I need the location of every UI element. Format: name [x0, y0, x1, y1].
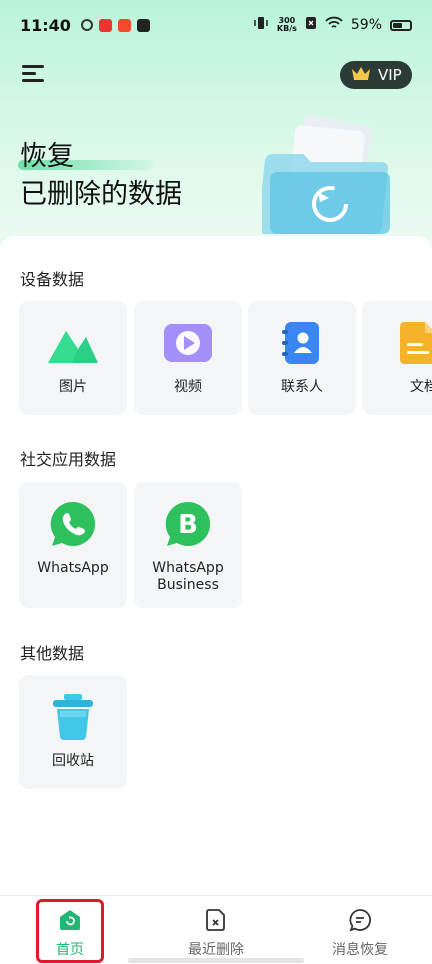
- card-whatsapp-business[interactable]: B WhatsApp Business: [134, 482, 242, 608]
- status-bar: 11:40 300 KB/s 59%: [0, 0, 432, 50]
- card-recycle-bin[interactable]: 回收站: [19, 675, 127, 789]
- chat-bubble-icon: [348, 908, 372, 936]
- section-title-other: 其他数据: [20, 644, 85, 663]
- card-videos[interactable]: 视频: [134, 301, 242, 415]
- document-icon: [398, 321, 432, 369]
- card-photos[interactable]: 图片: [19, 301, 127, 415]
- card-label: 图片: [59, 379, 87, 395]
- menu-icon-line: [22, 79, 44, 82]
- recycle-bin-icon: [52, 693, 94, 745]
- sim-icon: [305, 16, 317, 34]
- menu-button[interactable]: [22, 63, 48, 85]
- card-label: WhatsApp: [37, 560, 109, 576]
- card-label-line1: WhatsApp: [152, 560, 224, 576]
- status-time: 11:40: [20, 15, 71, 35]
- nav-label: 消息恢复: [332, 942, 388, 958]
- app-notification-icon: [117, 18, 131, 32]
- hero-title-line1: 恢复: [20, 141, 74, 172]
- nav-label: 首页: [56, 942, 84, 958]
- hero-title-line2: 已删除的数据: [20, 179, 182, 210]
- nav-label: 最近删除: [188, 942, 244, 958]
- content-panel: 设备数据 图片 视频 联系人 文档 社交应用数据 WhatsApp B What…: [0, 236, 432, 896]
- app-notification-icon: [136, 18, 150, 32]
- bottom-nav: 首页 最近删除 消息恢复: [0, 895, 432, 964]
- whatsapp-icon: [49, 500, 97, 552]
- video-icon: [163, 323, 213, 367]
- folder-restore-illustration: [257, 112, 412, 242]
- status-right-group: 300 KB/s 59%: [253, 16, 412, 34]
- vip-label: VIP: [378, 66, 402, 84]
- card-documents[interactable]: 文档: [362, 301, 432, 415]
- contacts-icon: [282, 321, 322, 369]
- home-icon: [58, 908, 82, 936]
- wifi-icon: [325, 16, 343, 34]
- card-label: 视频: [174, 379, 202, 395]
- menu-icon-line: [22, 72, 36, 75]
- app-notification-icon: [98, 18, 112, 32]
- crown-icon: [350, 65, 372, 85]
- card-label: 文档: [410, 379, 432, 395]
- hero-title: 恢复 已删除的数据: [20, 138, 182, 214]
- deleted-file-icon: [204, 908, 228, 936]
- card-label: 联系人: [281, 379, 323, 395]
- section-title-device: 设备数据: [20, 270, 85, 289]
- nav-message-recovery[interactable]: 消息恢复: [300, 896, 420, 964]
- notification-icons: [80, 18, 150, 32]
- home-indicator: [128, 958, 304, 963]
- whatsapp-business-icon: B: [164, 500, 212, 552]
- battery-icon: [390, 19, 412, 31]
- battery-percent: 59%: [350, 17, 382, 33]
- net-speed: 300 KB/s: [277, 17, 297, 33]
- net-speed-unit: KB/s: [276, 24, 297, 33]
- svg-text:B: B: [178, 510, 198, 540]
- card-contacts[interactable]: 联系人: [248, 301, 356, 415]
- card-label: 回收站: [52, 753, 94, 769]
- menu-icon-line: [22, 65, 44, 68]
- app-notification-icon: [80, 19, 93, 31]
- nav-recently-deleted[interactable]: 最近删除: [156, 896, 276, 964]
- nav-home[interactable]: 首页: [10, 896, 130, 964]
- photos-icon: [46, 321, 100, 369]
- card-whatsapp[interactable]: WhatsApp: [19, 482, 127, 608]
- section-title-social: 社交应用数据: [20, 450, 117, 469]
- vibrate-icon: [253, 16, 269, 34]
- vip-button[interactable]: VIP: [340, 61, 412, 89]
- card-label-line2: Business: [157, 577, 219, 593]
